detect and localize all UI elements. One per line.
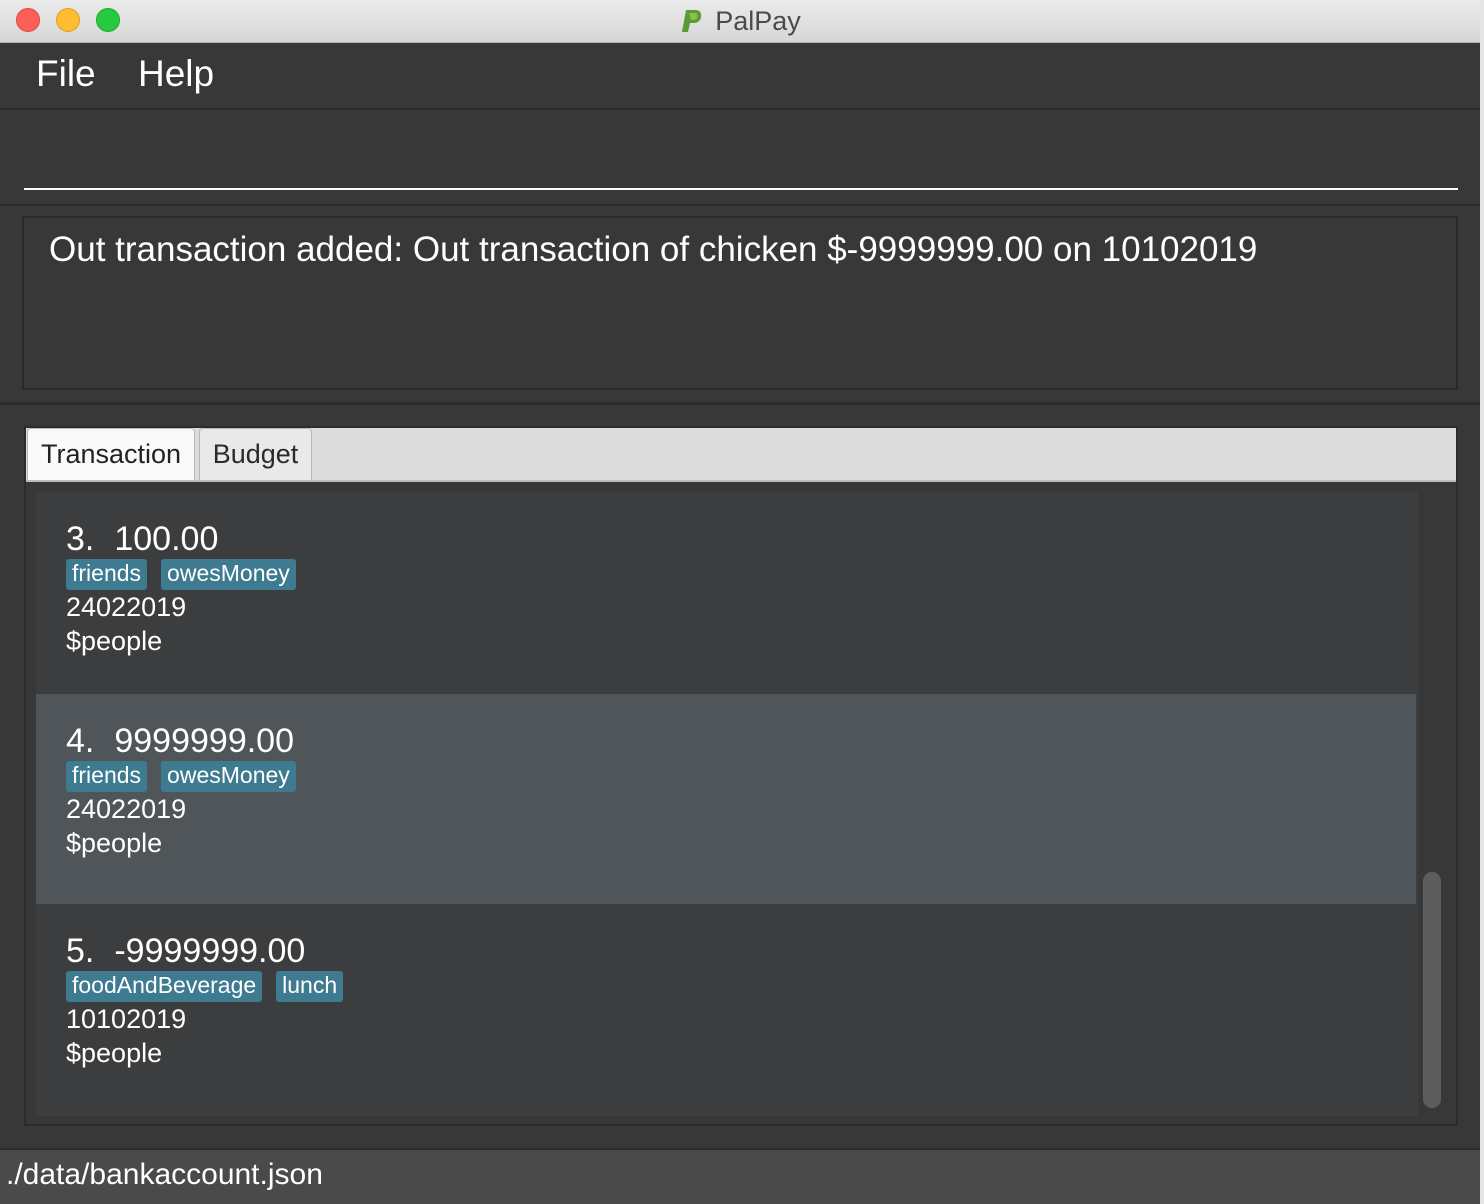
background-edge — [1480, 0, 1484, 1204]
tab-panel: Transaction Budget 3. 100.00 friends owes… — [24, 426, 1458, 1126]
transaction-people: $people — [66, 828, 163, 858]
tag: friends — [66, 559, 148, 590]
title-bar: PalPay — [0, 0, 1480, 43]
menu-bar: File Help — [0, 43, 1480, 110]
tag: lunch — [276, 971, 344, 1002]
tag: friends — [66, 761, 148, 792]
tab-budget[interactable]: Budget — [199, 428, 312, 480]
menu-file[interactable]: File — [36, 53, 96, 95]
tag-list: friends owesMoney — [66, 761, 296, 792]
menu-help[interactable]: Help — [138, 53, 214, 95]
tag: owesMoney — [161, 761, 296, 792]
app-window: PalPay File Help Out transaction added: … — [0, 0, 1480, 1204]
transaction-people: $people — [66, 626, 163, 656]
transaction-list[interactable]: 3. 100.00 friends owesMoney 24022019 $peo… — [36, 492, 1418, 1116]
status-bar: ./data/bankaccount.json — [0, 1148, 1480, 1204]
transaction-date: 24022019 — [66, 794, 187, 824]
command-input[interactable] — [24, 118, 1458, 190]
transaction-card[interactable]: 5. -9999999.00 foodAndBeverage lunch 1010… — [36, 904, 1416, 1114]
result-message: Out transaction added: Out transaction o… — [49, 230, 1258, 269]
result-display-area: Out transaction added: Out transaction o… — [0, 206, 1480, 405]
transaction-date: 24022019 — [66, 592, 187, 622]
list-scrollbar[interactable] — [1423, 872, 1441, 1108]
transaction-title: 3. 100.00 — [66, 520, 218, 559]
window-title: PalPay — [715, 5, 801, 36]
transaction-date: 10102019 — [66, 1004, 187, 1034]
command-box-area — [0, 110, 1480, 207]
tag-list: friends owesMoney — [66, 559, 296, 590]
tag: owesMoney — [161, 559, 296, 590]
transaction-title: 4. 9999999.00 — [66, 722, 294, 761]
transaction-index: 4. — [66, 722, 95, 760]
transaction-card-selected[interactable]: 4. 9999999.00 friends owesMoney 24022019 … — [36, 694, 1416, 904]
transaction-amount: -9999999.00 — [114, 932, 306, 970]
transaction-index: 3. — [66, 520, 95, 558]
transaction-card[interactable]: 3. 100.00 friends owesMoney 24022019 $peo… — [36, 492, 1416, 702]
transaction-people: $people — [66, 1038, 163, 1068]
transaction-title: 5. -9999999.00 — [66, 932, 305, 971]
transaction-index: 5. — [66, 932, 95, 970]
transaction-amount: 100.00 — [114, 520, 219, 558]
tag-list: foodAndBeverage lunch — [66, 971, 344, 1002]
tag: foodAndBeverage — [66, 971, 263, 1002]
tab-header: Transaction Budget — [26, 428, 1456, 482]
data-file-path: ./data/bankaccount.json — [6, 1158, 323, 1191]
palpay-logo-icon — [679, 8, 705, 34]
transaction-amount: 9999999.00 — [114, 722, 294, 760]
tab-transaction[interactable]: Transaction — [27, 428, 195, 480]
result-display: Out transaction added: Out transaction o… — [22, 216, 1458, 390]
